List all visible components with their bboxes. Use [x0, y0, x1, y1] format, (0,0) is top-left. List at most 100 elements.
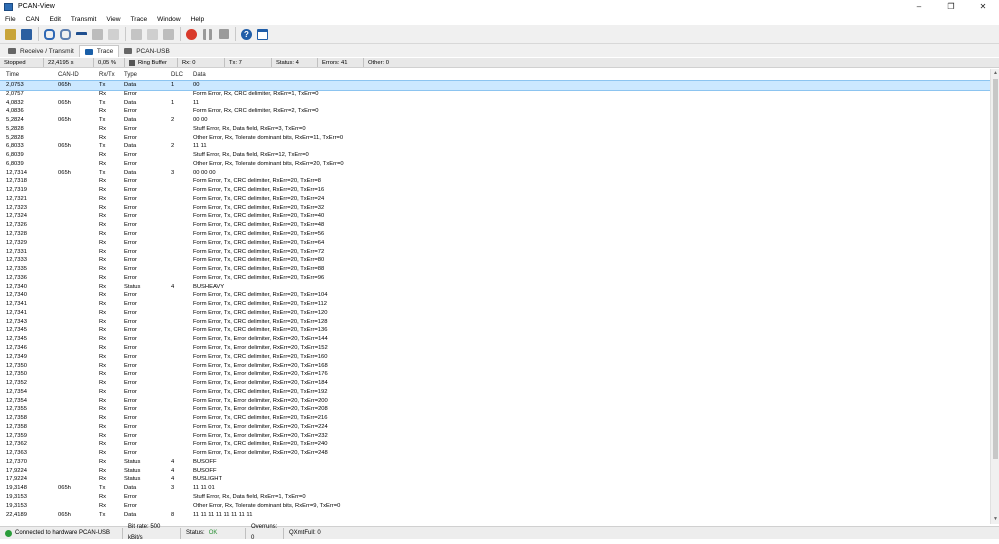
trace-row[interactable]: 17,9224 Rx Status 4 BUSOFF — [0, 467, 990, 476]
trace-row[interactable]: 4,0836 Rx Error Form Error, Rx, CRC delimit… — [0, 107, 990, 116]
trace-row[interactable]: 12,7358 Rx Error Form Error, Tx, Error deli… — [0, 423, 990, 432]
new-message-button[interactable] — [90, 27, 105, 42]
trace-row[interactable]: 5,2828 Rx Error Stuff Error, Rx, Data field… — [0, 125, 990, 134]
menu-view[interactable]: View — [101, 16, 125, 23]
trace-row[interactable]: 12,7323 Rx Error Form Error, Tx, CRC delimi… — [0, 204, 990, 213]
cell-can-id — [56, 151, 97, 160]
column-header-can-id[interactable]: CAN-ID — [56, 69, 97, 80]
receive-transmit-icon — [8, 48, 16, 54]
trace-row[interactable]: 12,7324 Rx Error Form Error, Tx, CRC delimi… — [0, 212, 990, 221]
open-button[interactable] — [3, 27, 18, 42]
trace-row[interactable]: 12,7329 Rx Error Form Error, Tx, CRC delimi… — [0, 239, 990, 248]
trace-row[interactable]: 12,7345 Rx Error Form Error, Tx, Error deli… — [0, 335, 990, 344]
trace-row[interactable]: 4,0832 065h Tx Data 1 11 — [0, 99, 990, 108]
menu-edit[interactable]: Edit — [45, 16, 66, 23]
close-icon[interactable]: ✕ — [967, 0, 999, 13]
trace-row[interactable]: 12,7340 Rx Status 4 BUSHEAVY — [0, 283, 990, 292]
trace-row[interactable]: 12,7326 Rx Error Form Error, Tx, CRC delimi… — [0, 221, 990, 230]
trace-row[interactable]: 12,7328 Rx Error Form Error, Tx, CRC delimi… — [0, 230, 990, 239]
menu-transmit[interactable]: Transmit — [66, 16, 101, 23]
trace-row[interactable]: 12,7362 Rx Error Form Error, Tx, CRC delimi… — [0, 440, 990, 449]
tab-receive-transmit[interactable]: Receive / Transmit — [3, 45, 79, 57]
trace-row[interactable]: 12,7350 Rx Error Form Error, Tx, Error deli… — [0, 362, 990, 371]
tab-pcan-usb[interactable]: PCAN-USB — [119, 45, 175, 57]
trace-row[interactable]: 12,7363 Rx Error Form Error, Tx, Error deli… — [0, 449, 990, 458]
scroll-down-icon[interactable]: ▼ — [991, 515, 999, 524]
other-count: Other: 0 — [368, 60, 389, 66]
trace-row[interactable]: 12,7341 Rx Error Form Error, Tx, CRC delimi… — [0, 309, 990, 318]
tab-trace[interactable]: Trace — [78, 45, 120, 57]
trace-row[interactable]: 19,3148 065h Tx Data 3 11 11 01 — [0, 484, 990, 493]
trace-row[interactable]: 12,7352 Rx Error Form Error, Tx, Error deli… — [0, 379, 990, 388]
trace-row[interactable]: 6,8033 065h Tx Data 2 11 11 — [0, 142, 990, 151]
scroll-thumb[interactable] — [993, 79, 998, 459]
column-header-dlc[interactable]: DLC — [169, 69, 191, 80]
stop-button[interactable] — [216, 27, 231, 42]
trace-row[interactable]: 2,0753 065h Tx Data 1 00 — [0, 80, 990, 91]
cell-dlc — [169, 239, 191, 248]
cell-time: 12,7331 — [6, 248, 27, 255]
trace-row[interactable]: 12,7314 065h Tx Data 3 00 00 00 — [0, 169, 990, 178]
column-header-type[interactable]: Type — [122, 69, 169, 80]
trace-row[interactable]: 12,7358 Rx Error Form Error, Tx, CRC delimi… — [0, 414, 990, 423]
trace-row[interactable]: 12,7321 Rx Error Form Error, Tx, CRC delimi… — [0, 195, 990, 204]
menu-window[interactable]: Window — [152, 16, 185, 23]
cell-time: 19,3153 — [6, 493, 27, 500]
trace-row[interactable]: 12,7340 Rx Error Form Error, Tx, CRC delimi… — [0, 291, 990, 300]
trace-row[interactable]: 22,4189 065h Tx Data 8 11 11 11 11 11 11 11 1… — [0, 511, 990, 520]
disconnect-button[interactable] — [58, 27, 73, 42]
trace-row[interactable]: 12,7318 Rx Error Form Error, Tx, CRC delimi… — [0, 177, 990, 186]
pause-button[interactable] — [200, 27, 215, 42]
cut-button[interactable] — [129, 27, 144, 42]
menu-file[interactable]: File — [0, 16, 21, 23]
minimize-icon[interactable]: – — [903, 0, 935, 13]
trace-row[interactable]: 12,7359 Rx Error Form Error, Tx, Error deli… — [0, 432, 990, 441]
trace-row[interactable]: 5,2828 Rx Error Other Error, Rx, Tolerate d… — [0, 134, 990, 143]
vertical-scrollbar[interactable]: ▲ ▼ — [990, 69, 999, 524]
column-header-time[interactable]: Time — [0, 69, 56, 80]
connect-button[interactable] — [42, 27, 57, 42]
record-button[interactable] — [184, 27, 199, 42]
cell-data: Form Error, Tx, CRC delimiter, RxErr=20,… — [193, 195, 325, 202]
help-button[interactable]: ? — [239, 27, 254, 42]
trace-row[interactable]: 12,7319 Rx Error Form Error, Tx, CRC delimi… — [0, 186, 990, 195]
trace-row[interactable]: 17,9224 Rx Status 4 BUSLIGHT — [0, 475, 990, 484]
reset-button[interactable] — [74, 27, 89, 42]
trace-row[interactable]: 12,7355 Rx Error Form Error, Tx, Error deli… — [0, 405, 990, 414]
trace-row[interactable]: 12,7341 Rx Error Form Error, Tx, CRC delimi… — [0, 300, 990, 309]
trace-row[interactable]: 2,0757 Rx Error Form Error, Rx, CRC delimit… — [0, 90, 990, 99]
scroll-up-icon[interactable]: ▲ — [991, 69, 999, 78]
trace-row[interactable]: 12,7335 Rx Error Form Error, Tx, CRC delimi… — [0, 265, 990, 274]
delete-button[interactable] — [161, 27, 176, 42]
menu-can[interactable]: CAN — [21, 16, 45, 23]
trace-row[interactable]: 12,7333 Rx Error Form Error, Tx, CRC delimi… — [0, 256, 990, 265]
trace-row[interactable]: 12,7349 Rx Error Form Error, Tx, CRC delimi… — [0, 353, 990, 362]
overruns: Overruns: 0 — [246, 524, 284, 541]
trace-row[interactable]: 12,7336 Rx Error Form Error, Tx, CRC delimi… — [0, 274, 990, 283]
trace-row[interactable]: 6,8039 Rx Error Stuff Error, Rx, Data field… — [0, 151, 990, 160]
trace-row[interactable]: 12,7331 Rx Error Form Error, Tx, CRC delimi… — [0, 248, 990, 257]
column-header-rx-tx[interactable]: Rx/Tx — [97, 69, 122, 80]
window-layout-button[interactable] — [255, 27, 270, 42]
trace-row[interactable]: 12,7343 Rx Error Form Error, Tx, CRC delimi… — [0, 318, 990, 327]
trace-row[interactable]: 19,3153 Rx Error Other Error, Rx, Tolerate … — [0, 502, 990, 511]
copy-button[interactable] — [145, 27, 160, 42]
trace-row[interactable]: 19,3153 Rx Error Stuff Error, Rx, Data fiel… — [0, 493, 990, 502]
trace-row[interactable]: 12,7345 Rx Error Form Error, Tx, CRC delimi… — [0, 326, 990, 335]
trace-row[interactable]: 6,8039 Rx Error Other Error, Rx, Tolerate d… — [0, 160, 990, 169]
save-button[interactable] — [19, 27, 34, 42]
column-header-data[interactable]: Data — [191, 69, 990, 80]
restore-icon[interactable]: ❐ — [935, 0, 967, 13]
menu-help[interactable]: Help — [186, 16, 210, 23]
trace-row[interactable]: 5,2824 065h Tx Data 2 00 00 — [0, 116, 990, 125]
trace-row[interactable]: 12,7354 Rx Error Form Error, Tx, CRC delimi… — [0, 388, 990, 397]
trace-grid[interactable]: Time CAN-ID Rx/Tx Type DLC Data 2,0753 06… — [0, 69, 990, 524]
cell-time: 12,7314 — [6, 169, 27, 176]
trace-row[interactable]: 12,7346 Rx Error Form Error, Tx, Error deli… — [0, 344, 990, 353]
edit-message-button[interactable] — [106, 27, 121, 42]
trace-row[interactable]: 12,7350 Rx Error Form Error, Tx, Error deli… — [0, 370, 990, 379]
trace-row[interactable]: 12,7370 Rx Status 4 BUSOFF — [0, 458, 990, 467]
menu-trace[interactable]: Trace — [126, 16, 153, 23]
trace-row[interactable]: 12,7354 Rx Error Form Error, Tx, Error deli… — [0, 397, 990, 406]
cell-can-id — [56, 107, 97, 116]
